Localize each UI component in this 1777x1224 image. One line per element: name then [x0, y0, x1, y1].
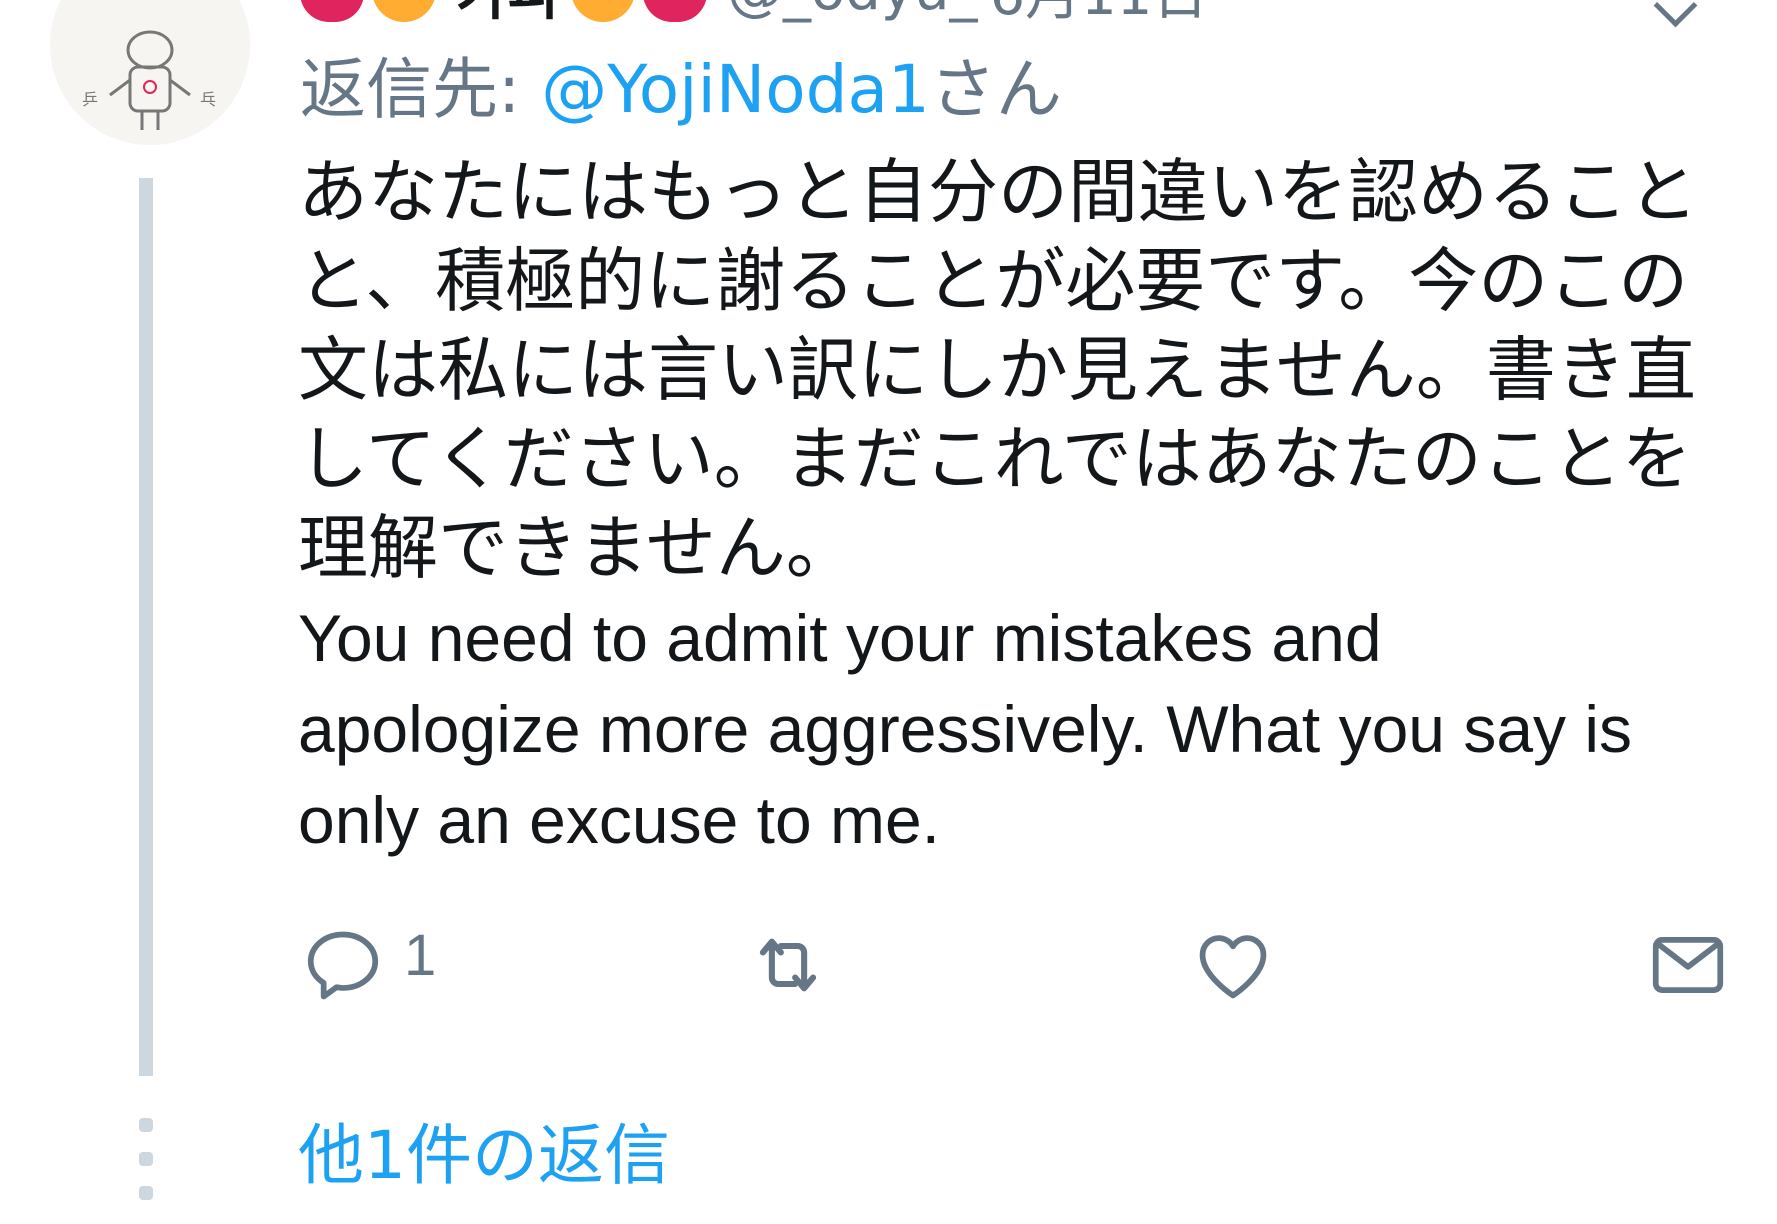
tweet-text-english: You need to admit your mistakes and apol… [298, 593, 1748, 866]
tweet-text-japanese: あなたにはもっと自分の間違いを認めること と、積極的に謝ることが必要です。今のこ… [298, 148, 1698, 593]
tweet-text-line: あなたにはもっと自分の間違いを認めること [298, 151, 1698, 233]
more-replies-link[interactable]: 他1件の返信 [298, 1116, 670, 1196]
reply-to-line: 返信先: @YojiNoda1さん [300, 50, 1062, 130]
thread-line [139, 178, 153, 1076]
ribbon-emoji-icon [643, 0, 708, 22]
heart-icon [1199, 935, 1267, 999]
tweet-text-line: と、積極的に謝ることが必要です。今のこの [298, 240, 1689, 322]
chevron-down-icon[interactable] [1653, 0, 1698, 28]
ribbon-emoji-icon [300, 0, 364, 22]
reply-button[interactable]: 1 [300, 915, 436, 1015]
tweet-action-bar: 1 [300, 915, 1740, 1015]
reply-to-prefix: 返信先: [300, 51, 542, 128]
reply-bubble-icon [307, 931, 379, 1000]
avatar-illustration-icon: 乒 乓 [50, 0, 250, 145]
reply-count: 1 [404, 922, 437, 988]
tweet[interactable]: 乒 乓 가피 @_odyu_ 6月11日 返信先: @YojiNoda1さん あ… [0, 0, 1777, 1224]
like-button[interactable] [1190, 915, 1276, 1015]
tweet-text-line: You need to admit your mistakes and [298, 601, 1382, 675]
display-name[interactable]: 가피 [456, 0, 559, 31]
tweet-text-line: only an excuse to me. [298, 783, 941, 857]
tweet-header: 가피 @_odyu_ 6月11日 [300, 0, 1208, 28]
user-handle[interactable]: @_odyu_ [727, 0, 977, 23]
tweet-text-line: 文は私には言い訳にしか見えません。書き直 [298, 329, 1696, 411]
svg-text:乓: 乓 [200, 90, 216, 109]
avatar[interactable]: 乒 乓 [50, 0, 250, 145]
retweet-icon [759, 938, 817, 992]
retweet-button[interactable] [745, 915, 831, 1015]
tweet-text-line: してください。まだこれではあなたのことを [298, 418, 1692, 500]
thread-dots [139, 1118, 153, 1220]
clap-emoji-icon [571, 0, 636, 22]
clap-emoji-icon [372, 0, 436, 22]
tweet-text-line: apologize more aggressively. What you sa… [298, 692, 1633, 766]
reply-to-suffix: さん [929, 51, 1062, 128]
svg-text:乒: 乒 [82, 90, 98, 109]
reply-to-mention[interactable]: @YojiNoda1 [541, 51, 930, 128]
tweet-date[interactable]: 6月11日 [990, 0, 1209, 31]
tweet-text-line: 理解できません。 [298, 507, 856, 589]
direct-message-button[interactable] [1645, 915, 1731, 1015]
envelope-icon [1652, 937, 1724, 993]
